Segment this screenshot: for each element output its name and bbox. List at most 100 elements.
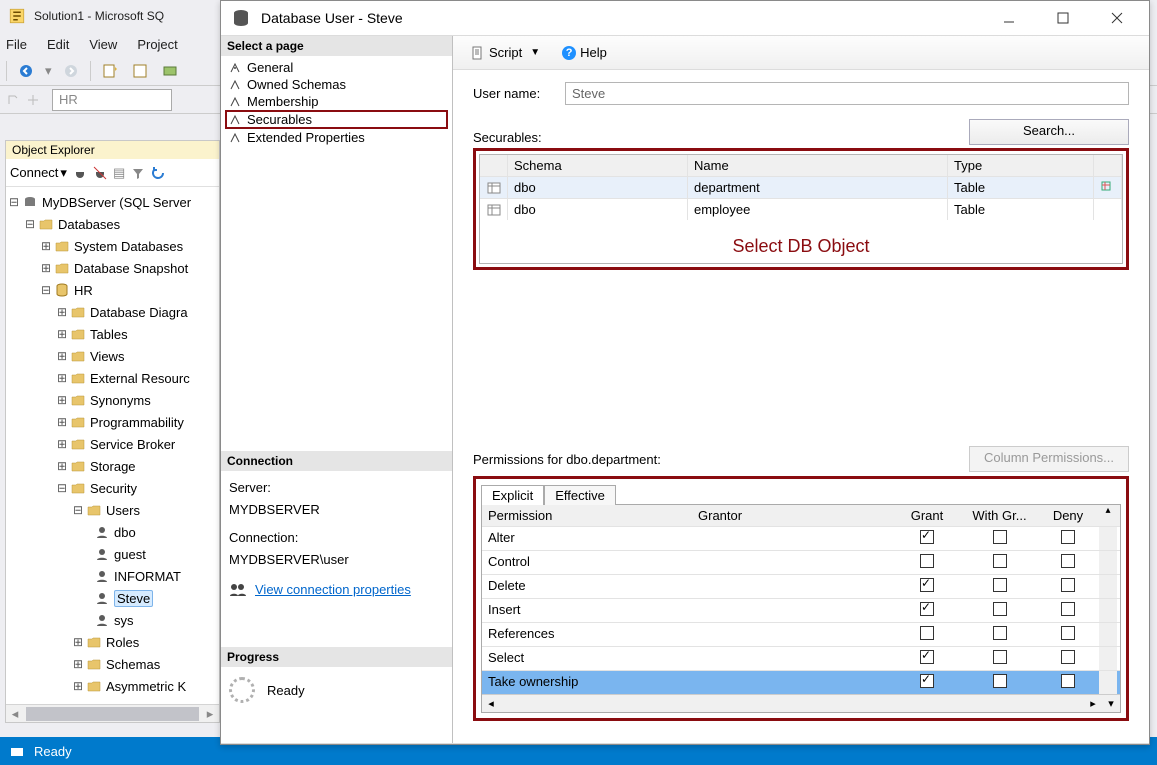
grant-checkbox[interactable] — [920, 650, 934, 664]
grant-checkbox[interactable] — [920, 578, 934, 592]
tree-ext[interactable]: External Resourc — [90, 371, 190, 386]
tree-databases[interactable]: Databases — [58, 217, 120, 232]
grant-checkbox[interactable] — [920, 674, 934, 688]
row-action-icon[interactable] — [1094, 177, 1122, 198]
tree-tables[interactable]: Tables — [90, 327, 128, 342]
tree-users[interactable]: Users — [106, 503, 140, 518]
tab-explicit[interactable]: Explicit — [481, 485, 544, 505]
tree-security[interactable]: Security — [90, 481, 137, 496]
permission-row[interactable]: Select — [482, 646, 1120, 670]
grant-checkbox[interactable] — [920, 626, 934, 640]
t2-icon-2[interactable] — [26, 93, 40, 107]
grant-checkbox[interactable] — [920, 530, 934, 544]
tree-informat[interactable]: INFORMAT — [114, 569, 181, 584]
deny-checkbox[interactable] — [1061, 578, 1075, 592]
tree-roles[interactable]: Roles — [106, 635, 139, 650]
with-grant-checkbox[interactable] — [993, 530, 1007, 544]
nav-fwd-icon[interactable] — [60, 60, 82, 82]
dialog-titlebar[interactable]: Database User - Steve — [221, 1, 1149, 35]
col-schema[interactable]: Schema — [508, 155, 688, 176]
deny-checkbox[interactable] — [1061, 602, 1075, 616]
with-grant-checkbox[interactable] — [993, 650, 1007, 664]
search-button[interactable]: Search... — [969, 119, 1129, 145]
deny-checkbox[interactable] — [1061, 554, 1075, 568]
tree-storage[interactable]: Storage — [90, 459, 136, 474]
col-name[interactable]: Name — [688, 155, 948, 176]
permission-row[interactable]: Alter — [482, 526, 1120, 550]
col-grant[interactable]: Grant — [892, 505, 962, 526]
securable-row[interactable]: dbo department Table — [480, 176, 1122, 198]
tab-effective[interactable]: Effective — [544, 485, 616, 505]
deny-checkbox[interactable] — [1061, 674, 1075, 688]
plug-off-icon[interactable] — [93, 166, 107, 180]
tree-sb[interactable]: Service Broker — [90, 437, 175, 452]
permission-row[interactable]: Insert — [482, 598, 1120, 622]
menu-file[interactable]: File — [6, 37, 27, 52]
col-deny[interactable]: Deny — [1037, 505, 1099, 526]
perm-horiz-scrollbar[interactable]: ◂▸ ▾ — [482, 694, 1120, 712]
menu-edit[interactable]: Edit — [47, 37, 69, 52]
tree-schemas[interactable]: Schemas — [106, 657, 160, 672]
tree-steve[interactable]: Steve — [114, 590, 153, 607]
securable-row[interactable]: dbo employee Table — [480, 198, 1122, 220]
filter-icon[interactable]: ▤ — [113, 165, 125, 181]
permissions-grid[interactable]: Permission Grantor Grant With Gr... Deny… — [481, 504, 1121, 713]
refresh-icon[interactable] — [151, 166, 165, 180]
col-grantor[interactable]: Grantor — [692, 505, 892, 526]
new-query-icon[interactable] — [99, 60, 121, 82]
oe-horiz-scrollbar[interactable]: ◂ ▸ — [6, 704, 219, 722]
tree-syn[interactable]: Synonyms — [90, 393, 151, 408]
database-combo[interactable]: HR — [52, 89, 172, 111]
with-grant-checkbox[interactable] — [993, 674, 1007, 688]
tree-guest[interactable]: guest — [114, 547, 146, 562]
nav-securables[interactable]: Securables — [225, 110, 448, 129]
col-with-grant[interactable]: With Gr... — [962, 505, 1037, 526]
with-grant-checkbox[interactable] — [993, 554, 1007, 568]
tree-dbo[interactable]: dbo — [114, 525, 136, 540]
tree-server[interactable]: MyDBServer (SQL Server — [42, 195, 191, 210]
toolbar-icon-2[interactable] — [129, 60, 151, 82]
plug-icon[interactable] — [73, 166, 87, 180]
permission-row[interactable]: Control — [482, 550, 1120, 574]
nav-general[interactable]: General — [225, 59, 448, 76]
script-button[interactable]: Script ▼ — [465, 42, 546, 63]
object-explorer-tree[interactable]: ⊟MyDBServer (SQL Server ⊟Databases ⊞Syst… — [6, 187, 219, 704]
t2-icon-1[interactable] — [6, 93, 20, 107]
grant-checkbox[interactable] — [920, 602, 934, 616]
username-field[interactable]: Steve — [565, 82, 1129, 105]
permission-row[interactable]: Delete — [482, 574, 1120, 598]
menu-view[interactable]: View — [89, 37, 117, 52]
tree-diag[interactable]: Database Diagra — [90, 305, 188, 320]
grant-checkbox[interactable] — [920, 554, 934, 568]
tree-sysdb[interactable]: System Databases — [74, 239, 183, 254]
minimize-button[interactable] — [987, 4, 1031, 32]
nav-membership[interactable]: Membership — [225, 93, 448, 110]
col-type[interactable]: Type — [948, 155, 1094, 176]
scroll-up-icon[interactable]: ▴ — [1099, 505, 1117, 526]
deny-checkbox[interactable] — [1061, 650, 1075, 664]
with-grant-checkbox[interactable] — [993, 602, 1007, 616]
nav-extended-properties[interactable]: Extended Properties — [225, 129, 448, 146]
maximize-button[interactable] — [1041, 4, 1085, 32]
close-button[interactable] — [1095, 4, 1139, 32]
tree-sys[interactable]: sys — [114, 613, 134, 628]
nav-owned-schemas[interactable]: Owned Schemas — [225, 76, 448, 93]
connect-button[interactable]: Connect▾ — [10, 165, 67, 181]
help-button[interactable]: ? Help — [556, 42, 613, 63]
view-connection-properties-link[interactable]: View connection properties — [255, 579, 411, 601]
col-permission[interactable]: Permission — [482, 505, 692, 526]
securables-grid[interactable]: Schema Name Type dbo department Table — [479, 154, 1123, 264]
permission-row[interactable]: References — [482, 622, 1120, 646]
deny-checkbox[interactable] — [1061, 530, 1075, 544]
tree-prog[interactable]: Programmability — [90, 415, 184, 430]
tree-hr[interactable]: HR — [74, 283, 93, 298]
permission-row[interactable]: Take ownership — [482, 670, 1120, 694]
oe-filter-icon[interactable] — [131, 166, 145, 180]
tree-views[interactable]: Views — [90, 349, 124, 364]
nav-back-icon[interactable] — [15, 60, 37, 82]
menu-project[interactable]: Project — [137, 37, 177, 52]
toolbar-icon-3[interactable] — [159, 60, 181, 82]
tree-snapshot[interactable]: Database Snapshot — [74, 261, 188, 276]
with-grant-checkbox[interactable] — [993, 626, 1007, 640]
with-grant-checkbox[interactable] — [993, 578, 1007, 592]
